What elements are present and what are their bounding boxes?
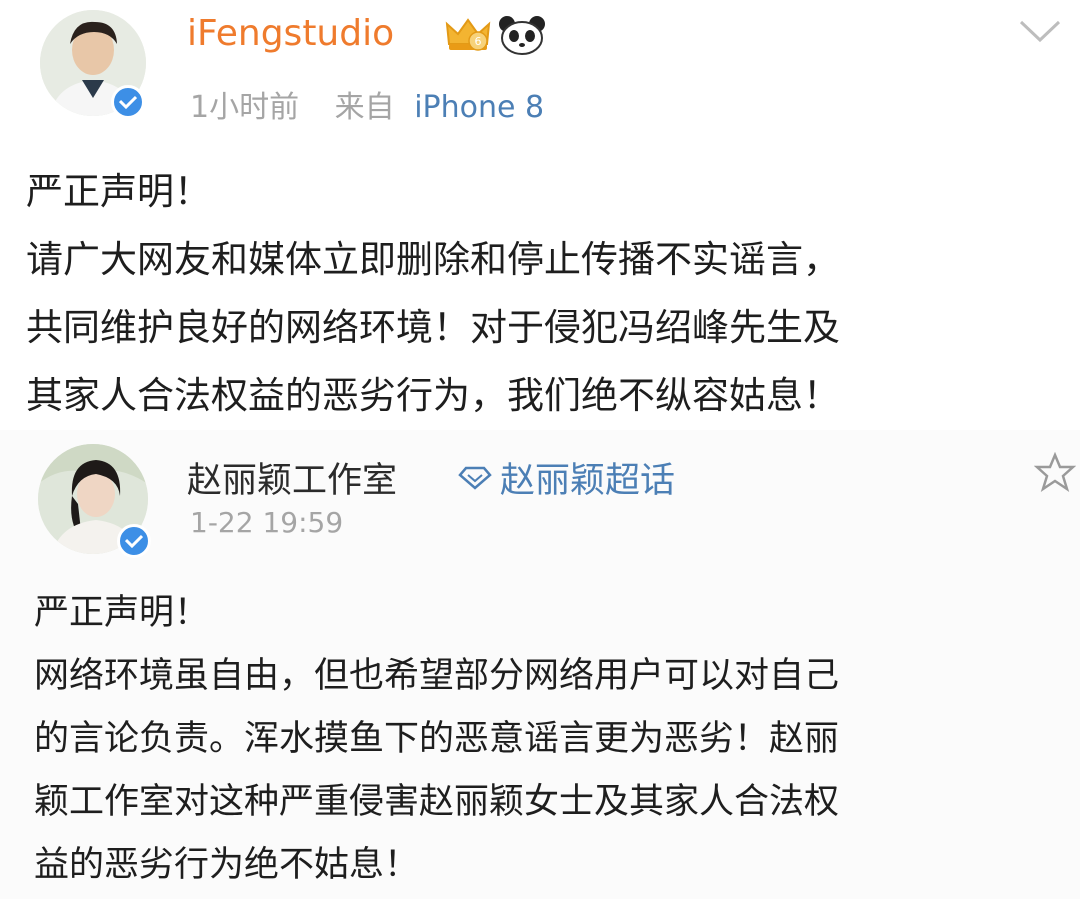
star-icon[interactable] <box>1033 451 1077 496</box>
weibo-post-zhaoliying-studio: 赵丽颖工作室 赵丽颖超话 1-22 19:59 严正声明！ 网络环境虽自由，但也… <box>0 430 1080 899</box>
verified-icon <box>117 524 151 558</box>
post-meta: 1-22 19:59 <box>190 506 343 539</box>
verified-icon <box>111 85 145 119</box>
post-meta: 1小时前 来自 iPhone 8 <box>190 82 544 126</box>
post-time: 1-22 19:59 <box>190 506 344 539</box>
crown-badge-icon: 6 <box>445 14 491 58</box>
panda-icon <box>497 14 547 60</box>
username[interactable]: 赵丽颖工作室 <box>187 452 397 503</box>
post-text: 严正声明！ 网络环境虽自由，但也希望部分网络用户可以对自己 的言论负责。浑水摸鱼… <box>34 593 840 885</box>
post-source-label: 来自 <box>334 90 395 125</box>
weibo-post-ifengstudio: iFengstudio 6 1小时前 来自 iPhone 8 严正声明！ 请广大… <box>0 0 1080 430</box>
svg-text:6: 6 <box>475 35 482 48</box>
post-time: 1小时前 <box>190 90 300 125</box>
chevron-down-icon[interactable] <box>1018 18 1062 50</box>
supertopic-label: 赵丽颖超话 <box>500 461 676 501</box>
supertopic-link[interactable]: 赵丽颖超话 <box>458 452 675 503</box>
post-text: 严正声明！ 请广大网友和媒体立即删除和停止传播不实谣言， 共同维护良好的网络环境… <box>26 170 840 417</box>
post-source-device[interactable]: iPhone 8 <box>414 90 544 125</box>
username[interactable]: iFengstudio <box>187 13 394 54</box>
supertopic-icon <box>458 466 492 490</box>
